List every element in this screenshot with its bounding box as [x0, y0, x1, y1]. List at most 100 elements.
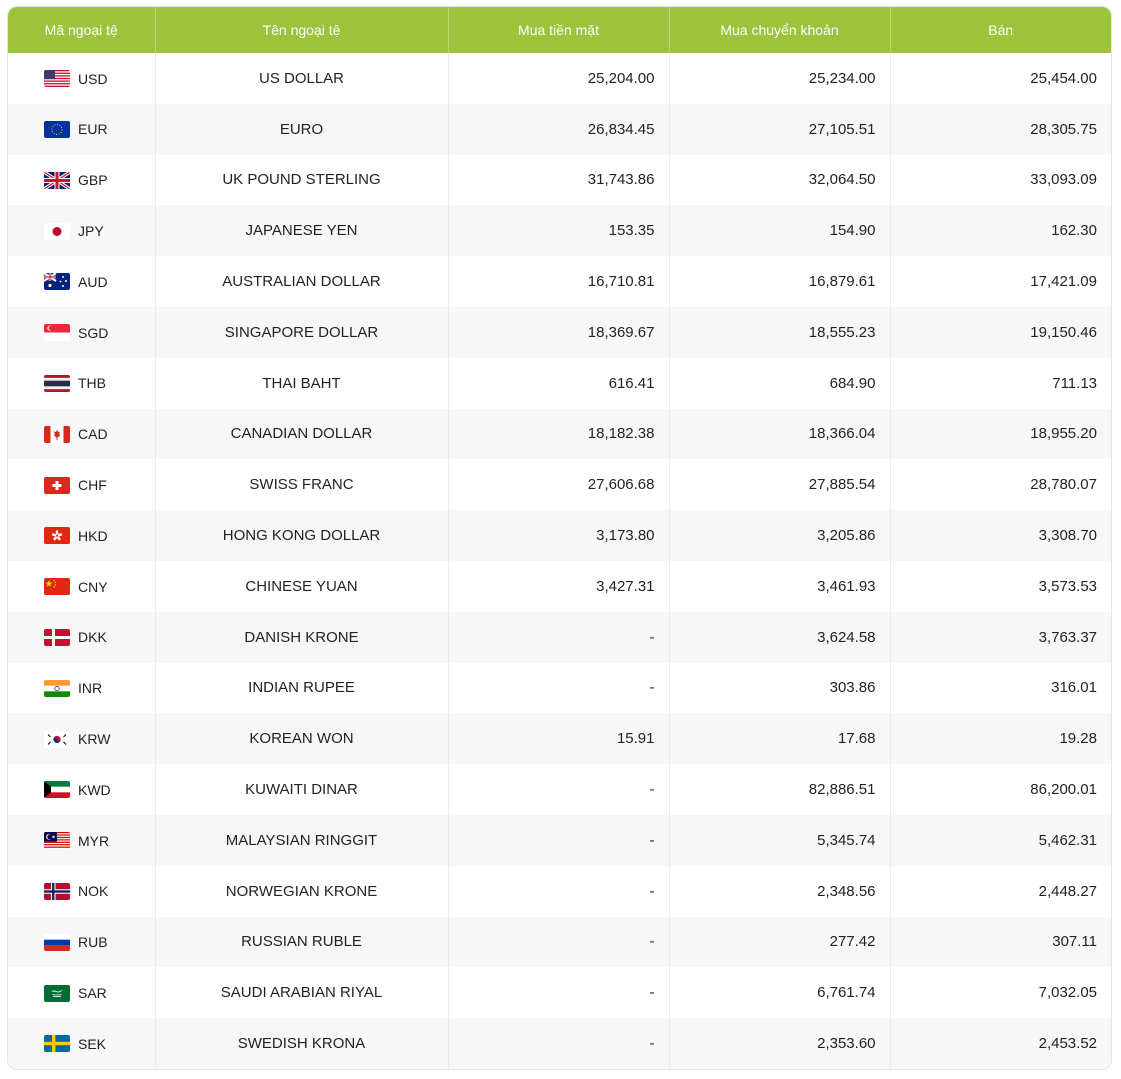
au-flag-icon	[44, 273, 70, 291]
currency-code: SEK	[78, 1035, 107, 1052]
table-row: SEK SWEDISH KRONA -2,353.60 2,453.52	[8, 1018, 1111, 1069]
table-row: KWD KUWAITI DINAR -82,886.51 86,200.01	[8, 764, 1111, 815]
currency-code-cell: RUB	[8, 916, 156, 968]
sell-rate: 7,032.05	[1038, 984, 1097, 1002]
currency-code-cell: THB	[8, 357, 156, 409]
transfer-buy-rate: 3,624.58	[669, 611, 891, 663]
currency-name: SAUDI ARABIAN RIYAL	[155, 967, 449, 1019]
kw-flag-icon	[44, 781, 70, 799]
sg-flag-icon	[44, 324, 70, 342]
currency-code: CHF	[78, 477, 107, 494]
currency-code: HKD	[78, 527, 108, 544]
cash-buy-rate: 3,173.80	[448, 510, 670, 561]
sell-rate: 3,308.70	[890, 510, 1111, 561]
table-row: CHF SWISS FRANC 27,606.68 27,885.54 28,780.0…	[8, 459, 1111, 511]
sell-rate: 3,573.53	[1038, 577, 1097, 595]
currency-code: JPY	[78, 223, 104, 240]
cash-buy-rate: 3,427.31	[448, 560, 670, 612]
header-row: Mã ngoại tệ Tên ngoại tệ Mua tiền mặt Mu…	[8, 7, 1111, 53]
currency-code: USD	[78, 70, 108, 87]
kr-flag-icon	[44, 730, 70, 748]
table-row: NOK NORWEGIAN KRONE -2,348.56 2,448.27	[8, 865, 1111, 917]
currency-code: GBP	[78, 172, 108, 189]
cash-buy-rate: -	[448, 662, 670, 714]
transfer-buy-rate: 2,348.56	[669, 865, 891, 917]
transfer-buy-rate: 18,366.04	[669, 408, 891, 460]
transfer-buy-rate: 6,761.74	[669, 967, 891, 1019]
currency-name: CANADIAN DOLLAR	[155, 408, 449, 460]
cash-buy-rate: 25,204.00	[448, 53, 670, 104]
currency-name: RUSSIAN RUBLE	[155, 916, 449, 968]
currency-code-cell: DKK	[8, 611, 156, 663]
no-flag-icon	[44, 882, 70, 900]
transfer-buy-rate: 17.68	[669, 713, 891, 765]
currency-code-cell: MYR	[8, 814, 156, 866]
cash-buy-rate: 27,606.68	[448, 459, 670, 511]
uk-flag-icon	[44, 171, 70, 189]
table-row: SGD SINGAPORE DOLLAR 18,369.67 18,555.23 19,…	[8, 306, 1111, 358]
currency-code-cell: SEK	[8, 1018, 156, 1069]
cash-buy-rate: 153.35	[448, 205, 670, 257]
currency-code: DKK	[78, 629, 107, 646]
currency-code: SGD	[78, 324, 109, 341]
cash-buy-rate: -	[448, 967, 670, 1019]
cash-buy-rate: 15.91	[448, 713, 670, 765]
table-row: EUR EURO 26,834.45 27,105.51 28,305.75	[8, 103, 1111, 155]
cash-buy-rate: -	[448, 1018, 670, 1069]
ca-flag-icon	[44, 425, 70, 443]
sell-rate: 2,448.27	[1038, 882, 1097, 900]
sell-rate: 19.28	[890, 713, 1111, 765]
transfer-buy-rate: 18,555.23	[669, 306, 891, 358]
currency-code: THB	[78, 375, 106, 392]
currency-name: SWISS FRANC	[155, 459, 449, 511]
transfer-buy-rate: 303.86	[669, 662, 891, 714]
header-transfer-buy: Mua chuyển khoản	[669, 7, 891, 53]
currency-code-cell: INR	[8, 662, 156, 714]
currency-name: AUSTRALIAN DOLLAR	[155, 256, 449, 307]
currency-name: SWEDISH KRONA	[155, 1018, 449, 1069]
table-row: MYR MALAYSIAN RINGGIT -5,345.74 5,462.31	[8, 814, 1111, 866]
ru-flag-icon	[44, 933, 70, 951]
table-row: CNY CHINESE YUAN 3,427.31 3,461.93 3,573.53	[8, 560, 1111, 612]
table-row: RUB RUSSIAN RUBLE -277.42 307.11	[8, 916, 1111, 968]
currency-code: INR	[78, 680, 103, 697]
currency-code-cell: JPY	[8, 205, 156, 257]
currency-code-cell: GBP	[8, 154, 156, 206]
header-name: Tên ngoại tệ	[155, 7, 449, 53]
cash-buy-rate: 18,369.67	[448, 306, 670, 358]
currency-code: RUB	[78, 934, 108, 951]
my-flag-icon	[44, 832, 70, 850]
transfer-buy-rate: 3,461.93	[669, 560, 891, 612]
currency-code-cell: CHF	[8, 459, 156, 511]
sell-rate: 307.11	[890, 916, 1111, 968]
sell-rate: 5,462.31	[890, 814, 1111, 866]
table-row: DKK DANISH KRONE -3,624.58 3,763.37	[8, 611, 1111, 663]
header-sell: Bán	[890, 7, 1111, 53]
currency-code-cell: USD	[8, 53, 156, 104]
transfer-buy-rate: 82,886.51	[669, 764, 891, 815]
currency-code-cell: KWD	[8, 764, 156, 815]
transfer-buy-rate: 27,105.51	[669, 103, 891, 155]
currency-code: CAD	[78, 426, 108, 443]
currency-name: JAPANESE YEN	[155, 205, 449, 257]
sell-rate: 162.30	[890, 205, 1111, 257]
currency-name: EURO	[155, 103, 449, 155]
header-code: Mã ngoại tệ	[8, 7, 156, 53]
currency-name: US DOLLAR	[155, 53, 449, 104]
se-flag-icon	[44, 1035, 70, 1053]
currency-code-cell: CAD	[8, 408, 156, 460]
table-body: USD US DOLLAR 25,204.00 25,234.00 25,454.00 E…	[8, 53, 1111, 1069]
sa-flag-icon	[44, 984, 70, 1002]
cash-buy-rate: -	[448, 865, 670, 917]
currency-name: KOREAN WON	[155, 713, 449, 765]
cash-buy-rate: 16,710.81	[448, 256, 670, 307]
currency-code: SAR	[78, 985, 107, 1001]
transfer-buy-rate: 25,234.00	[669, 53, 891, 104]
cash-buy-rate: 616.41	[448, 357, 670, 409]
currency-name: MALAYSIAN RINGGIT	[155, 814, 449, 866]
transfer-buy-rate: 277.42	[669, 916, 891, 968]
currency-code: KWD	[78, 781, 111, 798]
ch-flag-icon	[44, 476, 70, 494]
currency-code: AUD	[78, 273, 108, 290]
cash-buy-rate: -	[448, 611, 670, 663]
